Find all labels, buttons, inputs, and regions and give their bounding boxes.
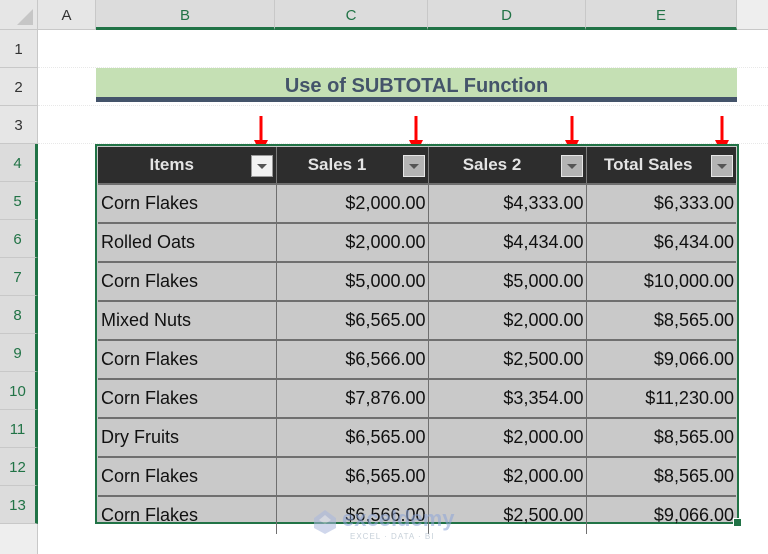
cell-item[interactable]: Corn Flakes: [98, 339, 277, 379]
filter-dropdown-button[interactable]: [560, 155, 583, 177]
row-header-6[interactable]: 6: [0, 220, 38, 258]
column-header-b[interactable]: B: [96, 0, 275, 30]
filter-dropdown-button[interactable]: [711, 155, 733, 177]
cell-sales-2[interactable]: $4,434.00: [428, 222, 587, 262]
column-header-d[interactable]: D: [428, 0, 586, 30]
cell-sales-2[interactable]: $3,354.00: [428, 378, 587, 418]
table-row: Corn Flakes $6,565.00 $2,000.00 $8,565.0…: [98, 456, 736, 496]
filter-dropdown-button[interactable]: [402, 155, 425, 177]
cell-item[interactable]: Corn Flakes: [98, 261, 277, 301]
cell-total-sales[interactable]: $8,565.00: [586, 456, 736, 496]
data-table-selection[interactable]: Items Sales 1 Sales 2 Total Sales Corn F…: [95, 144, 739, 534]
column-header-c[interactable]: C: [275, 0, 428, 30]
cell-item[interactable]: Corn Flakes: [98, 183, 277, 223]
row-header-13[interactable]: 13: [0, 486, 38, 524]
cell-total-sales[interactable]: $8,565.00: [586, 300, 736, 340]
header-total-sales[interactable]: Total Sales: [586, 147, 736, 184]
cell-sales-1[interactable]: $6,565.00: [276, 456, 429, 496]
row-header-2[interactable]: 2: [0, 68, 38, 106]
dropdown-caret-icon: [408, 163, 419, 169]
dropdown-caret-icon: [566, 163, 577, 169]
row-header-9[interactable]: 9: [0, 334, 38, 372]
filter-dropdown-button[interactable]: [250, 155, 273, 177]
row-header-11[interactable]: 11: [0, 410, 38, 448]
table-row: Corn Flakes $7,876.00 $3,354.00 $11,230.…: [98, 378, 736, 418]
header-label: Total Sales: [604, 155, 693, 174]
cell-total-sales[interactable]: $9,066.00: [586, 339, 736, 379]
row-header-3[interactable]: 3: [0, 106, 38, 144]
cell-sales-1[interactable]: $5,000.00: [276, 261, 429, 301]
dropdown-caret-icon: [256, 163, 267, 169]
table-row: Corn Flakes $5,000.00 $5,000.00 $10,000.…: [98, 261, 736, 301]
table-row: Corn Flakes $2,000.00 $4,333.00 $6,333.0…: [98, 183, 736, 223]
sales-table: Items Sales 1 Sales 2 Total Sales Corn F…: [98, 147, 736, 534]
cell-item[interactable]: Mixed Nuts: [98, 300, 277, 340]
column-header-e[interactable]: E: [586, 0, 737, 30]
sheet-title[interactable]: Use of SUBTOTAL Function: [96, 68, 737, 102]
table-header-row: Items Sales 1 Sales 2 Total Sales: [98, 147, 736, 184]
cell-sales-2[interactable]: $2,000.00: [428, 456, 587, 496]
header-items[interactable]: Items: [98, 147, 277, 184]
cell-total-sales[interactable]: $6,434.00: [586, 222, 736, 262]
cell-item[interactable]: Corn Flakes: [98, 456, 277, 496]
watermark-tagline: EXCEL · DATA · BI: [350, 532, 435, 541]
table-row: Mixed Nuts $6,565.00 $2,000.00 $8,565.00: [98, 300, 736, 340]
gridline: [38, 105, 768, 106]
cell-item[interactable]: Corn Flakes: [98, 378, 277, 418]
row-header-1[interactable]: 1: [0, 30, 38, 68]
dropdown-caret-icon: [717, 163, 727, 169]
row-header-5[interactable]: 5: [0, 182, 38, 220]
cell-sales-1[interactable]: $2,000.00: [276, 183, 429, 223]
select-all-corner[interactable]: [0, 0, 38, 30]
watermark: exceldemy EXCEL · DATA · BI: [312, 506, 457, 542]
cell-total-sales[interactable]: $11,230.00: [586, 378, 736, 418]
table-row: Dry Fruits $6,565.00 $2,000.00 $8,565.00: [98, 417, 736, 457]
cell-total-sales[interactable]: $8,565.00: [586, 417, 736, 457]
select-all-triangle-icon: [17, 9, 33, 25]
exceldemy-logo-icon: [314, 510, 336, 534]
row-header-8[interactable]: 8: [0, 296, 38, 334]
header-sales-2[interactable]: Sales 2: [428, 147, 587, 184]
cell-sales-1[interactable]: $7,876.00: [276, 378, 429, 418]
cell-sales-1[interactable]: $6,566.00: [276, 339, 429, 379]
cell-sales-2[interactable]: $2,500.00: [428, 339, 587, 379]
row-header-7[interactable]: 7: [0, 258, 38, 296]
header-label: Sales 2: [462, 155, 522, 174]
cell-total-sales[interactable]: $9,066.00: [586, 495, 736, 534]
header-sales-1[interactable]: Sales 1: [276, 147, 429, 184]
cell-sales-1[interactable]: $6,565.00: [276, 417, 429, 457]
row-header-10[interactable]: 10: [0, 372, 38, 410]
cell-item[interactable]: Dry Fruits: [98, 417, 277, 457]
cell-total-sales[interactable]: $6,333.00: [586, 183, 736, 223]
cell-item[interactable]: Corn Flakes: [98, 495, 277, 534]
row-header-4[interactable]: 4: [0, 144, 38, 182]
cell-sales-1[interactable]: $6,565.00: [276, 300, 429, 340]
table-row: Rolled Oats $2,000.00 $4,434.00 $6,434.0…: [98, 222, 736, 262]
cell-sales-1[interactable]: $2,000.00: [276, 222, 429, 262]
column-header-empty: [737, 0, 768, 30]
row-header-empty: [0, 524, 38, 554]
watermark-name: exceldemy: [342, 506, 455, 531]
cell-total-sales[interactable]: $10,000.00: [586, 261, 736, 301]
header-label: Items: [149, 155, 194, 174]
cell-sales-2[interactable]: $2,000.00: [428, 300, 587, 340]
cell-sales-2[interactable]: $2,000.00: [428, 417, 587, 457]
cell-item[interactable]: Rolled Oats: [98, 222, 277, 262]
header-label: Sales 1: [307, 155, 367, 174]
fill-handle[interactable]: [733, 518, 742, 527]
table-row: Corn Flakes $6,566.00 $2,500.00 $9,066.0…: [98, 339, 736, 379]
row-header-12[interactable]: 12: [0, 448, 38, 486]
cell-sales-2[interactable]: $4,333.00: [428, 183, 587, 223]
cell-sales-2[interactable]: $5,000.00: [428, 261, 587, 301]
column-header-a[interactable]: A: [38, 0, 96, 30]
